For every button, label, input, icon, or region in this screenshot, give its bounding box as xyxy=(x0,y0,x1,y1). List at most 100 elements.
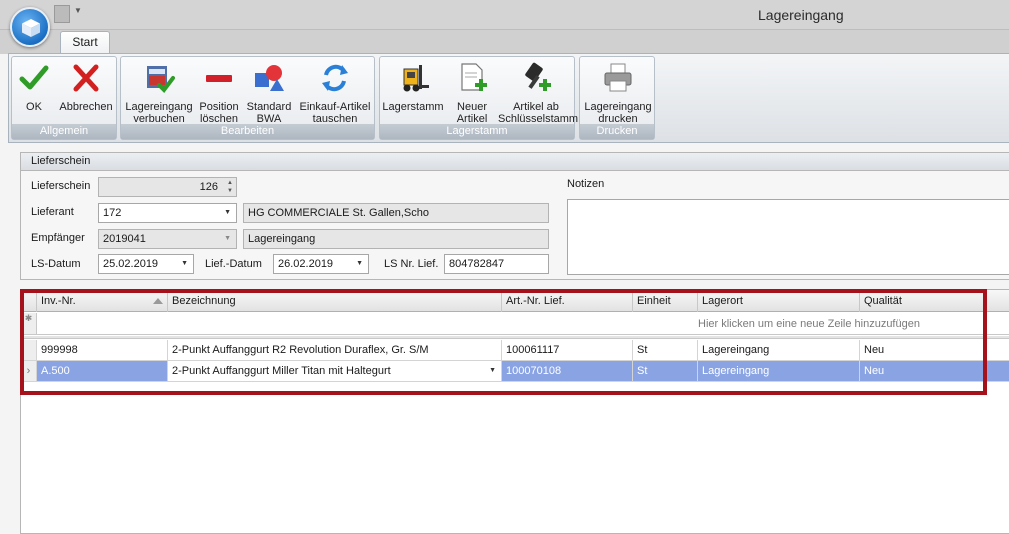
cell-inv[interactable]: A.500 xyxy=(37,361,168,381)
chevron-down-icon[interactable]: ▼ xyxy=(181,255,188,273)
position-loeschen-button[interactable]: Position löschen xyxy=(197,59,241,125)
lieferant-label: Lieferant xyxy=(31,206,74,218)
group-label-bearbeiten: Bearbeiten xyxy=(121,124,374,139)
table-row-selected[interactable]: › A.500 2-Punkt Auffanggurt Miller Titan… xyxy=(21,361,1009,382)
chevron-down-icon[interactable]: ▼ xyxy=(489,361,496,381)
lieferschein-field[interactable]: 126 ▲ ▼ xyxy=(98,177,237,197)
column-header-inv-label: Inv.-Nr. xyxy=(41,295,76,307)
empfaenger-label: Empfänger xyxy=(31,232,85,244)
panel-title: Lieferschein xyxy=(21,153,1009,171)
schluesselstamm-label: Artikel ab Schlüsselstamm xyxy=(498,101,579,125)
cell-lagerort[interactable]: Lagereingang xyxy=(698,340,860,360)
swap-arrows-icon xyxy=(322,64,348,92)
ls-nr-value: 804782847 xyxy=(449,258,505,270)
ribbon-group-bearbeiten: Lagereingang verbuchen Position löschen … xyxy=(120,56,375,140)
neuer-artikel-label: Neuer Artikel xyxy=(456,101,488,125)
cell-art-nr[interactable]: 100061117 xyxy=(502,340,633,360)
book-entry-icon xyxy=(147,66,175,94)
tab-start[interactable]: Start xyxy=(60,31,110,54)
cell-einheit[interactable]: St xyxy=(633,361,698,381)
cell-bezeichnung-value: 2-Punkt Auffanggurt Miller Titan mit Hal… xyxy=(172,365,391,377)
empfaenger-name: Lagereingang xyxy=(248,233,316,245)
empfaenger-name-field: Lagereingang xyxy=(243,229,549,249)
column-header-lagerort[interactable]: Lagerort xyxy=(698,290,860,312)
notizen-label: Notizen xyxy=(567,178,605,190)
header-indicator xyxy=(21,290,37,312)
einkauf-artikel-tauschen-button[interactable]: Einkauf-Artikel tauschen xyxy=(297,59,373,125)
lagerstamm-label: Lagerstamm xyxy=(382,101,444,113)
ls-nr-label: LS Nr. Lief. xyxy=(384,258,439,270)
verbuchen-label: Lagereingang verbuchen xyxy=(125,101,193,125)
quick-access-toolbar[interactable] xyxy=(54,5,70,23)
column-header-inv[interactable]: Inv.-Nr. xyxy=(37,290,168,312)
app-menu-button[interactable] xyxy=(10,7,50,47)
cell-einheit[interactable]: St xyxy=(633,340,698,360)
cell-inv[interactable]: 999998 xyxy=(37,340,168,360)
chevron-down-icon[interactable]: ▼ xyxy=(356,255,363,273)
tauschen-label: Einkauf-Artikel tauschen xyxy=(299,101,371,125)
cube-icon xyxy=(22,19,40,37)
new-row-indicator: ✱ xyxy=(21,313,37,334)
positions-grid: Inv.-Nr. Bezeichnung Art.-Nr. Lief. Einh… xyxy=(20,289,1009,534)
chevron-down-icon[interactable]: ▼ xyxy=(224,204,231,222)
lagerstamm-button[interactable]: Lagerstamm xyxy=(382,59,444,125)
ls-datum-field[interactable]: 25.02.2019 ▼ xyxy=(98,254,194,274)
ribbon: OK Abbrechen Allgemein Lagereingang verb… xyxy=(8,53,1009,143)
chevron-down-icon[interactable]: ▼ xyxy=(224,230,231,248)
ls-nr-field[interactable]: 804782847 xyxy=(444,254,549,274)
column-header-bezeichnung[interactable]: Bezeichnung xyxy=(168,290,502,312)
lagereingang-verbuchen-button[interactable]: Lagereingang verbuchen xyxy=(123,59,195,125)
artikel-ab-schluesselstamm-button[interactable]: Artikel ab Schlüsselstamm xyxy=(498,59,579,125)
column-header-einheit[interactable]: Einheit xyxy=(633,290,698,312)
ls-datum-label: LS-Datum xyxy=(31,258,81,270)
shapes-icon xyxy=(255,65,284,91)
ribbon-group-lagerstamm: Lagerstamm Neuer Artikel Artikel ab Schl… xyxy=(379,56,579,140)
grid-header: Inv.-Nr. Bezeichnung Art.-Nr. Lief. Einh… xyxy=(21,290,1009,312)
empfaenger-value: 2019041 xyxy=(103,233,146,245)
column-header-art-nr[interactable]: Art.-Nr. Lief. xyxy=(502,290,633,312)
cell-bezeichnung[interactable]: 2-Punkt Auffanggurt R2 Revolution Durafl… xyxy=(168,340,502,360)
forklift-icon xyxy=(403,65,429,92)
column-header-qualitaet[interactable]: Qualität xyxy=(860,290,1009,312)
ok-label: OK xyxy=(26,101,42,113)
current-row-arrow-icon: › xyxy=(21,361,37,381)
lieferschein-panel: Lieferschein Lieferschein 126 ▲ ▼ Liefera… xyxy=(20,152,1009,280)
spin-icon[interactable]: ▲ ▼ xyxy=(227,179,233,195)
ok-button[interactable]: OK xyxy=(14,59,54,125)
cell-bezeichnung-editor[interactable]: 2-Punkt Auffanggurt Miller Titan mit Hal… xyxy=(168,361,502,381)
new-row[interactable]: ✱ Hier klicken um eine neue Zeile hinzuz… xyxy=(21,313,1009,335)
checkmark-icon xyxy=(19,65,49,90)
new-document-icon xyxy=(461,63,487,91)
bwa-label: Standard BWA xyxy=(246,101,292,125)
abbrechen-button[interactable]: Abbrechen xyxy=(56,59,116,125)
cancel-x-icon xyxy=(73,64,99,92)
standard-bwa-button[interactable]: Standard BWA xyxy=(243,59,295,125)
cell-qualitaet[interactable]: Neu xyxy=(860,340,1009,360)
minus-icon xyxy=(206,75,232,82)
cell-lagerort[interactable]: Lagereingang xyxy=(698,361,860,381)
lieferant-select[interactable]: 172 ▼ xyxy=(98,203,237,223)
lieferant-value: 172 xyxy=(103,207,122,219)
window-title: Lagereingang xyxy=(758,7,844,23)
abbrechen-label: Abbrechen xyxy=(59,101,113,113)
lieferant-name: HG COMMERCIALE St. Gallen,Scho xyxy=(248,207,429,219)
ls-datum-value: 25.02.2019 xyxy=(103,258,159,270)
group-label-allgemein: Allgemein xyxy=(12,124,116,139)
lagereingang-drucken-button[interactable]: Lagereingang drucken xyxy=(582,59,654,125)
lief-datum-field[interactable]: 26.02.2019 ▼ xyxy=(273,254,369,274)
table-row[interactable]: 999998 2-Punkt Auffanggurt R2 Revolution… xyxy=(21,340,1009,361)
lief-datum-value: 26.02.2019 xyxy=(278,258,334,270)
lieferant-name-field: HG COMMERCIALE St. Gallen,Scho xyxy=(243,203,549,223)
notizen-textarea[interactable] xyxy=(567,199,1009,275)
chevron-down-icon[interactable]: ▼ xyxy=(74,6,82,15)
position-label: Position löschen xyxy=(199,101,239,125)
empfaenger-select[interactable]: 2019041 ▼ xyxy=(98,229,237,249)
group-label-drucken: Drucken xyxy=(580,124,654,139)
new-row-hint[interactable]: Hier klicken um eine neue Zeile hinzuzuf… xyxy=(698,313,920,335)
lieferschein-label: Lieferschein xyxy=(31,180,91,192)
cell-qualitaet[interactable]: Neu xyxy=(860,361,1009,381)
ribbon-group-allgemein: OK Abbrechen Allgemein xyxy=(11,56,117,140)
ribbon-group-drucken: Lagereingang drucken Drucken xyxy=(579,56,655,140)
neuer-artikel-button[interactable]: Neuer Artikel xyxy=(446,59,498,125)
cell-art-nr[interactable]: 100070108 xyxy=(502,361,633,381)
